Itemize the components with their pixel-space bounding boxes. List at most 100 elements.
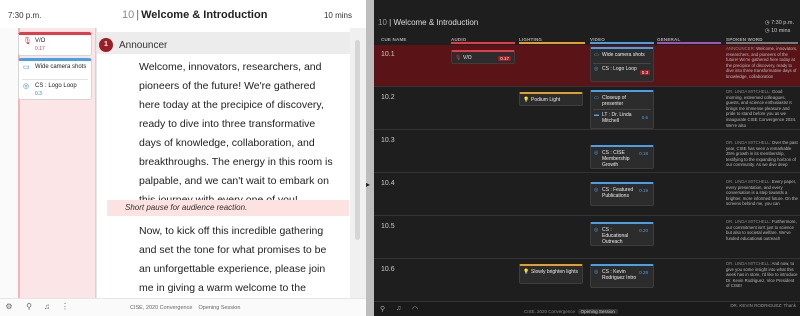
script-paragraph: Welcome, innovators, researchers, and pi… [139,61,333,206]
scrollbar-thumb[interactable] [355,40,360,240]
cue-row-number: 10.1 [381,51,395,58]
spoken-word-text: ANNOUNCER: Welcome, innovators, research… [726,46,798,79]
video-cue-card[interactable]: ◎ CS : CISE Membership Growth 0.18 [590,145,654,169]
cue-row-number: 10.4 [381,180,395,187]
cue-row[interactable]: 10.1 🎙 V/O 0.17 ▭ Wide camera shots ◎ CS… [374,45,800,87]
cue-row[interactable]: 10.2 💡 Podium Light ▭ Closeup of present… [374,88,800,130]
spoken-word-text: DR. LINDA MITCHELL: Good morning, esteem… [726,89,797,128]
panel-splitter[interactable]: ▸ [366,0,374,316]
cue-row-number: 10.5 [381,223,395,230]
wifi-icon[interactable]: ◠ [412,305,418,313]
current-time: 7:30 p.m. [771,20,794,26]
cue-sheet-panel: 10 | Welcome & Introduction ◷ 7:30 p.m. … [374,0,800,316]
signal-icon[interactable]: ⋮ [60,302,70,311]
video-cue-value: 0.3 [639,70,650,75]
bottom-toolbar: ⚲ ♫ ◠ CISE, 2020 Convergence Opening Ses… [374,302,800,316]
audio-cue-card[interactable]: 🎙 V/O 0.17 [451,50,515,64]
video-cue-label: CS : Logo Loop [602,66,637,72]
video-cue-label: Wide camera shots [602,52,645,58]
video-cue-label: CS : Featured Publications [602,187,634,199]
spoken-column-accent [726,42,798,44]
time-info: ◷ 7:30 p.m. ◷ 10 mins [764,20,794,34]
cue-duration: 10 mins [771,28,791,34]
video-cue-label: CS : CISE Membership Growth [602,150,630,168]
script-top-bar: 7:30 p.m. 10 | Welcome & Introduction 10 m… [0,0,366,28]
cursor-icon: ▸ [366,180,371,189]
video-cue-label: CS : Educational Outreach [602,227,629,245]
lighting-column-accent [519,42,585,44]
spoken-word-text: DR. LINDA MITCHELL: Furthermore, our com… [726,219,797,241]
cue-header: 10 | Welcome & Introduction [378,18,479,27]
video-column-accent [590,42,654,44]
column-cue-name: CUE NAME [381,37,407,42]
stage-direction-note: Short pause for audience reaction. [107,200,349,216]
cue-row-number: 10.2 [381,94,395,101]
general-column-accent [657,42,721,44]
lighting-cue-card[interactable]: 💡 Slowly brighten lights [519,264,583,284]
video-cue-card[interactable]: ▭ Wide camera shots ◎ CS : Logo Loop 0.3 [18,58,92,100]
camera-icon: ▭ [23,64,30,71]
audio-cue-label: V/O [463,55,472,61]
cue-row[interactable]: 10.5 ◎ CS : Educational Outreach 0.20 DR… [374,217,800,259]
video-cue-value: 0.28 [639,270,648,275]
location-pin-icon[interactable]: ⚲ [380,305,385,313]
cue-row[interactable]: 10.4 ◎ CS : Featured Publications 0.19 D… [374,174,800,216]
cue-header: 10 | Welcome & Introduction [122,9,268,21]
audio-cue-label: V/O [35,38,46,44]
cue-title: Welcome & Introduction [393,18,479,27]
graphics-icon: ◎ [23,83,30,90]
lightbulb-icon: 💡 [523,97,530,103]
video-cue-value: 0.18 [639,151,648,156]
video-cue-value: 0.6 [641,115,648,120]
lightbulb-icon: 💡 [523,269,530,275]
card-divider [593,109,651,110]
audio-cue-value: 0.17 [498,56,511,61]
footer-info: CISE, 2020 Convergence Opening Session [130,305,240,311]
event-name: CISE, 2020 Convergence [130,305,193,311]
footer-info: CISE, 2020 Convergence Opening Session [524,309,618,314]
video-cue-value: 0.20 [639,228,648,233]
settings-icon[interactable]: ⚙ [4,302,14,311]
graphics-icon: ◎ [594,269,599,275]
camera-icon: ▭ [594,95,599,101]
video-cue-card[interactable]: ◎ CS : Featured Publications 0.19 [590,182,654,206]
script-text-area[interactable]: 1 Announcer Welcome, innovators, researc… [96,28,350,298]
audio-cue-card[interactable]: 🎙 V/O 0.17 [18,32,92,56]
script-view-panel: 7:30 p.m. 10 | Welcome & Introduction 10 m… [0,0,366,316]
lighting-cue-card[interactable]: 💡 Podium Light [519,92,583,106]
spoken-word-text: DR. LINDA MITCHELL: Every paper, every p… [726,179,798,207]
graphics-icon: ◎ [594,187,599,193]
bell-icon[interactable]: ♫ [42,302,52,311]
cue-row-number: 10.3 [381,137,395,144]
speaker-number-badge: 1 [99,38,113,52]
graphics-icon: ◎ [594,150,599,156]
speaker-header: 1 Announcer [97,32,350,54]
camera-icon: ▭ [594,52,599,58]
bell-icon[interactable]: ♫ [396,305,401,312]
session-name: Opening Session [577,309,618,314]
video-cue-card[interactable]: ▭ Wide camera shots ◎ CS : Logo Loop 0.3 [590,47,654,82]
card-divider [593,63,651,64]
audio-cue-value: 0.17 [35,46,45,52]
bottom-toolbar: ⚙ ⚲ ♫ ⋮ CISE, 2020 Convergence Opening S… [0,298,366,316]
microphone-icon: 🎙 [455,55,462,61]
graphics-icon: ◎ [594,227,599,233]
speaker-name: Announcer [119,40,168,51]
location-pin-icon[interactable]: ⚲ [24,302,34,311]
audio-column-accent [451,42,515,44]
video-cue-card[interactable]: ▭ Closeup of presenter ▬ LT : Dr. Linda … [590,90,654,129]
video-cue-value-2: 0.3 [35,91,42,97]
video-cue-label: CS : Kevin Rodriguez Intro [602,269,637,281]
cue-number: 10 [122,9,135,21]
video-cue-card[interactable]: ◎ CS : Kevin Rodriguez Intro 0.28 [590,264,654,288]
cue-title: Welcome & Introduction [141,9,268,21]
cue-row[interactable]: 10.3 ◎ CS : CISE Membership Growth 0.18 … [374,131,800,173]
video-cue-card[interactable]: ◎ CS : Educational Outreach 0.20 [590,222,654,246]
cue-row[interactable]: 10.6 💡 Slowly brighten lights ◎ CS : Kev… [374,260,800,302]
session-name: Opening Session [198,305,241,311]
lighting-cue-label: Podium Light [531,97,561,103]
event-name: CISE, 2020 Convergence [524,309,576,314]
video-cue-label-1: Wide camera shots [35,64,87,70]
next-spoken-preview: DR. KEVIN RODRIGUEZ: Thank [730,303,796,308]
spoken-word-text: DR. LINDA MITCHELL: Over the past year, … [726,140,798,168]
